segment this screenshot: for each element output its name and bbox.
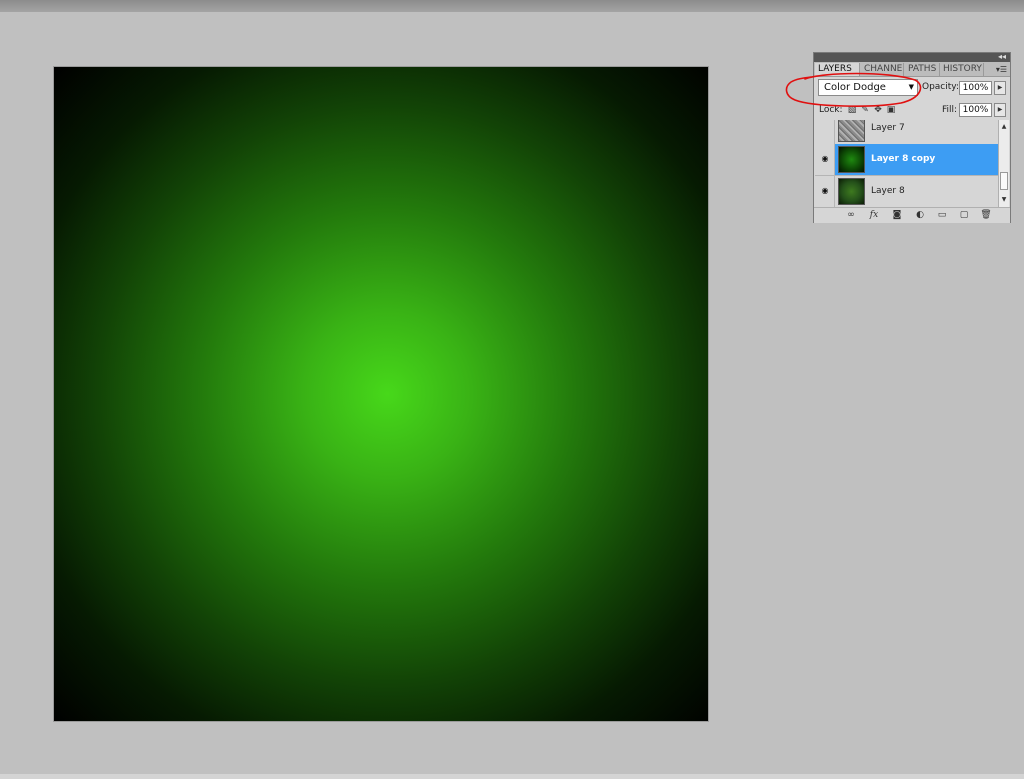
document-canvas[interactable]: [54, 67, 708, 721]
layer-row-layer-8-copy[interactable]: ◉ Layer 8 copy: [815, 144, 998, 176]
layer-thumbnail: [838, 120, 865, 142]
trash-icon[interactable]: 🗑: [979, 209, 993, 221]
layers-panel: ◂◂ LAYERS CHANNE PATHS HISTORY ▾☰ Color …: [813, 52, 1011, 223]
scroll-down-icon[interactable]: ▼: [999, 195, 1009, 205]
eye-icon: ◉: [821, 186, 829, 195]
visibility-cell[interactable]: ◉: [815, 144, 835, 175]
status-bar: [0, 774, 1024, 779]
new-layer-icon[interactable]: ▢: [957, 209, 971, 221]
tab-channels[interactable]: CHANNE: [861, 63, 904, 76]
add-mask-icon[interactable]: ◙: [890, 209, 904, 221]
lock-label: Lock:: [819, 105, 843, 115]
chevron-down-icon: ▼: [908, 83, 914, 91]
layers-list: Layer 7 ◉ Layer 8 copy ◉ Layer 8: [815, 120, 998, 207]
blend-mode-select[interactable]: Color Dodge ▼: [818, 79, 918, 96]
layer-row-layer-7[interactable]: Layer 7: [815, 120, 998, 145]
layers-scrollbar[interactable]: ▲ ▼: [998, 120, 1009, 207]
layer-thumbnail: [838, 178, 865, 205]
panel-menu-icon[interactable]: ▾☰: [996, 63, 1007, 76]
opacity-field[interactable]: 100%: [959, 81, 992, 95]
fill-field[interactable]: 100%: [959, 103, 992, 117]
tab-paths[interactable]: PATHS: [905, 63, 940, 76]
lock-image-icon[interactable]: ✎: [860, 105, 870, 115]
scroll-thumb[interactable]: [1000, 172, 1008, 190]
opacity-slider-toggle[interactable]: ▶: [994, 81, 1006, 95]
fill-slider-toggle[interactable]: ▶: [994, 103, 1006, 117]
fill-label: Fill:: [942, 105, 958, 115]
double-chevron-right-icon[interactable]: ◂◂: [998, 52, 1006, 62]
app-title-bar: [0, 0, 1024, 12]
layer-row-layer-8[interactable]: ◉ Layer 8: [815, 176, 998, 207]
layer-name: Layer 7: [871, 123, 905, 133]
opacity-label: Opacity:: [922, 82, 959, 92]
fx-icon[interactable]: fx: [867, 209, 881, 221]
tab-history[interactable]: HISTORY: [940, 63, 984, 76]
blend-mode-value: Color Dodge: [824, 82, 886, 93]
adjustment-layer-icon[interactable]: ◐: [913, 209, 927, 221]
layer-name: Layer 8 copy: [871, 154, 936, 164]
eye-icon: ◉: [821, 154, 829, 163]
new-group-icon[interactable]: ▭: [935, 209, 949, 221]
layers-bottom-toolbar: ∞ fx ◙ ◐ ▭ ▢ 🗑: [814, 207, 1010, 223]
tab-layers[interactable]: LAYERS: [815, 63, 860, 76]
visibility-cell[interactable]: [815, 120, 835, 144]
panel-tabs: LAYERS CHANNE PATHS HISTORY ▾☰: [814, 62, 1010, 77]
lock-transparent-icon[interactable]: ▧: [847, 105, 857, 115]
layer-thumbnail: [838, 146, 865, 173]
scroll-up-icon[interactable]: ▲: [999, 122, 1009, 132]
layer-name: Layer 8: [871, 186, 905, 196]
visibility-cell[interactable]: ◉: [815, 176, 835, 207]
link-layers-icon[interactable]: ∞: [844, 209, 858, 221]
lock-all-icon[interactable]: ▣: [886, 105, 896, 115]
panel-header[interactable]: ◂◂: [814, 52, 1010, 62]
lock-position-icon[interactable]: ✥: [873, 105, 883, 115]
